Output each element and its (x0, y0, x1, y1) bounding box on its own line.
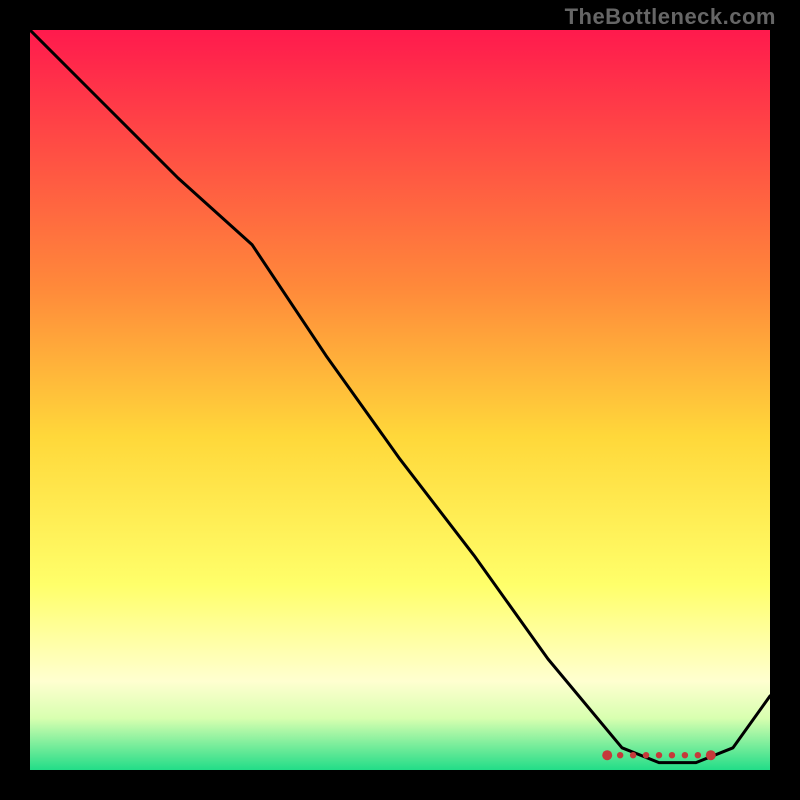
chart-svg (30, 30, 770, 770)
flat-marker-dot (643, 752, 649, 758)
flat-marker-dot (630, 752, 636, 758)
flat-marker-dot (706, 750, 716, 760)
flat-marker-dot (669, 752, 675, 758)
chart-frame: TheBottleneck.com (0, 0, 800, 800)
flat-marker-dot (617, 752, 623, 758)
flat-marker-dot (682, 752, 688, 758)
flat-marker-dot (656, 752, 662, 758)
flat-marker-dot (695, 752, 701, 758)
plot-area (30, 30, 770, 770)
watermark-text: TheBottleneck.com (565, 4, 776, 30)
flat-marker-dot (602, 750, 612, 760)
